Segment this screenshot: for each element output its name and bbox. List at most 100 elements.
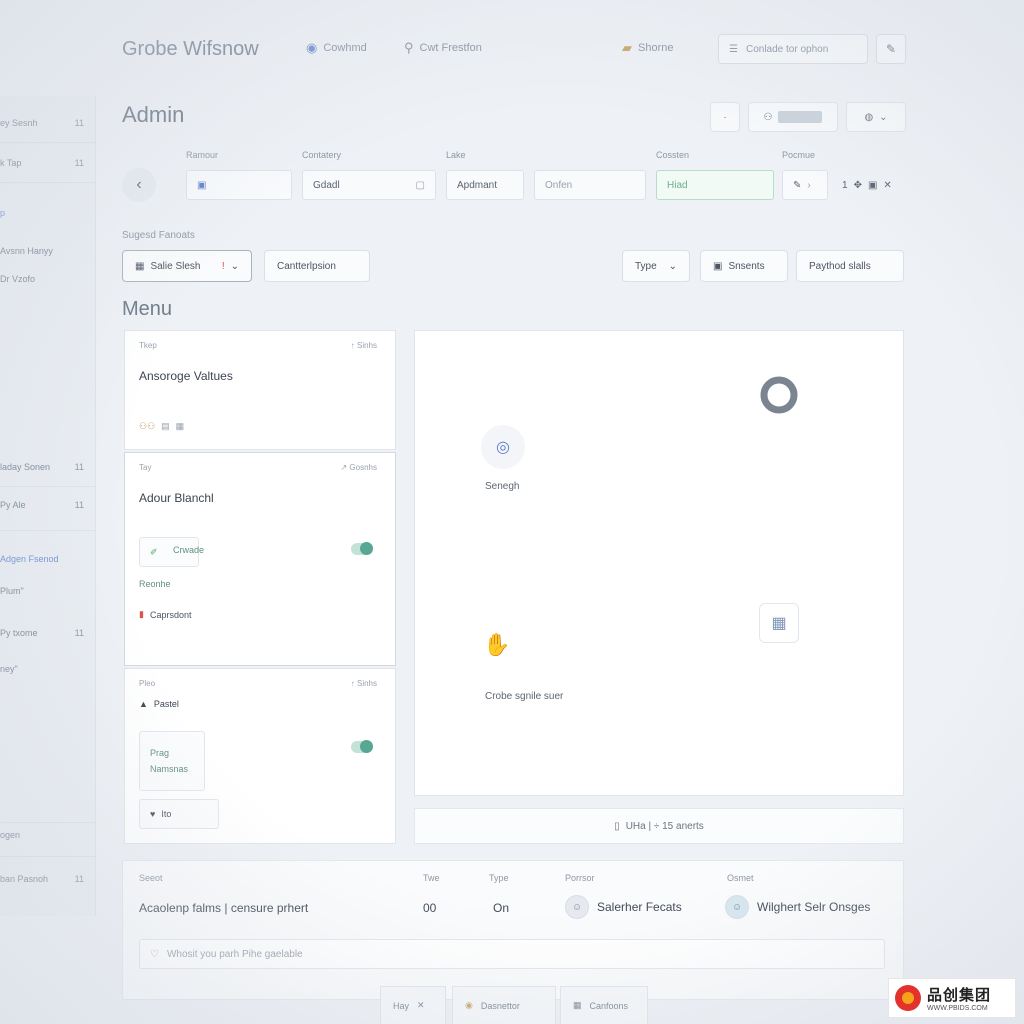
- menu-card[interactable]: Pleo ↑ Sinhs ▲ Pastel Prag Namsnas ♥ Ito: [124, 668, 396, 844]
- divider: [0, 822, 96, 823]
- divider: [0, 142, 96, 143]
- card-heading: Adour Blanchl: [139, 491, 214, 505]
- card-icon-row: ⚇⚇ ▤ ▦: [139, 421, 184, 432]
- card-toggle[interactable]: [351, 542, 373, 555]
- filter-label: Contatery: [302, 150, 342, 160]
- pin-button[interactable]: ✎: [876, 34, 906, 64]
- top-link-frestfon[interactable]: ⚲ Cwt Frestfon: [404, 40, 482, 56]
- snsents-button[interactable]: ▣ Snsents: [700, 250, 788, 282]
- filter-field-pocmue[interactable]: ✎ ›: [782, 170, 828, 200]
- pen-icon: ✎: [793, 179, 802, 191]
- filter-field-ramour[interactable]: ▣: [186, 170, 292, 200]
- qr-button[interactable]: ▦: [759, 603, 799, 643]
- sidebar-item[interactable]: ogen: [0, 830, 92, 840]
- card-tag: Tkep: [139, 341, 157, 350]
- sidebar-item[interactable]: k Tap 11: [0, 158, 92, 168]
- table-header: Twe: [423, 873, 440, 883]
- alerts-strip[interactable]: ▯ UHa | ÷ 15 anerts: [414, 808, 904, 844]
- grid-icon: ▦: [573, 1000, 582, 1010]
- sidebar-item[interactable]: Plum": [0, 586, 92, 596]
- sidebar-item[interactable]: ney": [0, 664, 92, 674]
- ring-icon: [760, 376, 798, 414]
- header-dot-button[interactable]: ·: [710, 102, 740, 132]
- menu-card[interactable]: Tkep ↑ Sinhs Ansoroge Valtues ⚇⚇ ▤ ▦: [124, 330, 396, 450]
- filter-field-contatery[interactable]: Gdadl ▢: [302, 170, 436, 200]
- filter-field-cossten[interactable]: Hiad: [656, 170, 774, 200]
- top-link-shorne[interactable]: ▰ Shorne: [622, 40, 673, 56]
- card-link[interactable]: ↑ Sinhs: [351, 341, 377, 350]
- watermark-text: 品创集团 WWW.PBIDS.COM: [927, 984, 991, 1012]
- person-name: Wilghert Selr Onsges: [757, 900, 871, 914]
- header-user-button[interactable]: ⚇: [748, 102, 838, 132]
- table-header: Porrsor: [565, 873, 595, 883]
- dock-item[interactable]: Hay ✕: [380, 986, 446, 1024]
- card-row-button[interactable]: ♥ Ito: [139, 799, 219, 829]
- card-tag: Pleo: [139, 679, 156, 688]
- filter-value: Onfen: [545, 179, 573, 191]
- card-heading: Ansoroge Valtues: [139, 369, 233, 383]
- sidebar-item[interactable]: Adgen Fsenod: [0, 554, 92, 564]
- dock-label: Canfoons: [589, 1000, 629, 1011]
- table-cell: 00: [423, 901, 437, 915]
- progress-ring: [757, 373, 801, 417]
- table-cell-person[interactable]: ☺ Salerher Fecats: [565, 895, 682, 919]
- data-table: Seeot Twe Type Porrsor Osmet Acaolenp fa…: [122, 860, 904, 1000]
- card-row-box[interactable]: Prag Namsnas: [139, 731, 205, 791]
- grid-icon[interactable]: ▣: [868, 180, 877, 191]
- table-header: Osmet: [727, 873, 754, 883]
- sidebar-item[interactable]: Py Ale 11: [0, 500, 92, 510]
- sidebar-item-label: Plum": [0, 586, 24, 596]
- dock-item[interactable]: ◉ Dasnettor: [452, 986, 556, 1024]
- table-cell-name[interactable]: Acaolenp falms | censure prhert: [139, 901, 308, 915]
- sidebar-item[interactable]: Py txome 11: [0, 628, 92, 638]
- sidebar-item[interactable]: ban Pasnoh 11: [0, 874, 92, 884]
- sidebar-item[interactable]: Avsnn Hanyy: [0, 246, 92, 256]
- top-link-label: Shorne: [638, 42, 674, 54]
- alerts-label: UHa | ÷ 15 anerts: [625, 820, 704, 832]
- card-toggle[interactable]: [351, 740, 373, 753]
- sidebar-item-count: 11: [74, 628, 84, 638]
- sidebar-item-label: k Tap: [0, 158, 22, 168]
- note-input[interactable]: ♡ Whosit you parh Pihe gaelable: [139, 939, 885, 969]
- sidebar-item[interactable]: Dr Vzofo: [0, 274, 92, 284]
- brand-logo-icon: [895, 985, 921, 1011]
- paythod-button[interactable]: Paythod slalls: [796, 250, 904, 282]
- suggested-pill-sales[interactable]: ▦ Salie Slesh ! ⌄: [122, 250, 252, 282]
- card-heading-row: ▲ Pastel: [139, 699, 179, 709]
- move-icon[interactable]: ✥: [854, 180, 862, 191]
- card-link[interactable]: ↗ Gosnhs: [341, 463, 378, 472]
- menu-card[interactable]: Tay ↗ Gosnhs Adour Blanchl ✐ Crwade Reon…: [124, 452, 396, 666]
- filter-label: Ramour: [186, 150, 219, 160]
- calendar-icon: ▣: [197, 179, 207, 191]
- search-button[interactable]: ◎: [481, 425, 525, 469]
- suggested-pill-cant[interactable]: Cantterlpsion: [264, 250, 370, 282]
- close-icon[interactable]: ✕: [883, 180, 891, 191]
- pill-label: Paythod slalls: [809, 260, 871, 272]
- table-cell-person[interactable]: ☺ Wilghert Selr Onsges: [725, 895, 870, 919]
- close-icon: ✕: [417, 1000, 425, 1010]
- type-dropdown[interactable]: Type ⌄: [622, 250, 690, 282]
- pill-label: Cantterlpsion: [277, 260, 336, 272]
- watermark-url: WWW.PBIDS.COM: [927, 1005, 988, 1012]
- sidebar-item[interactable]: ey Sesnh 11: [0, 118, 92, 128]
- sidebar-item-label: Dr Vzofo: [0, 274, 36, 284]
- top-search-input[interactable]: ☰ Conlade tor ophon: [718, 34, 868, 64]
- top-search-placeholder: Conlade tor ophon: [745, 43, 829, 55]
- header-user-bar: [778, 111, 823, 123]
- card-link[interactable]: ↑ Sinhs: [351, 679, 377, 688]
- sidebar-item[interactable]: p: [0, 208, 92, 218]
- chat-icon: ▣: [713, 260, 723, 272]
- header-menu-button[interactable]: ◍ ⌄: [846, 102, 906, 132]
- grid-icon: ▦: [175, 421, 185, 431]
- heart-icon: ♥: [150, 809, 156, 819]
- filter-field-lake[interactable]: Apdmant: [446, 170, 524, 200]
- back-button[interactable]: ‹: [122, 168, 156, 202]
- card-row-label: Caprsdont: [149, 609, 192, 620]
- card-row-label: Namsnas: [150, 764, 189, 774]
- menu-title: Menu: [122, 298, 173, 320]
- card-row[interactable]: ▮ Caprsdont: [139, 609, 191, 620]
- top-link-cowhmd[interactable]: ◉ Cowhmd: [306, 40, 367, 56]
- dock-item[interactable]: ▦ Canfoons: [560, 986, 648, 1024]
- sidebar-item[interactable]: laday Sonen 11: [0, 462, 92, 472]
- filter-field-onfen[interactable]: Onfen: [534, 170, 646, 200]
